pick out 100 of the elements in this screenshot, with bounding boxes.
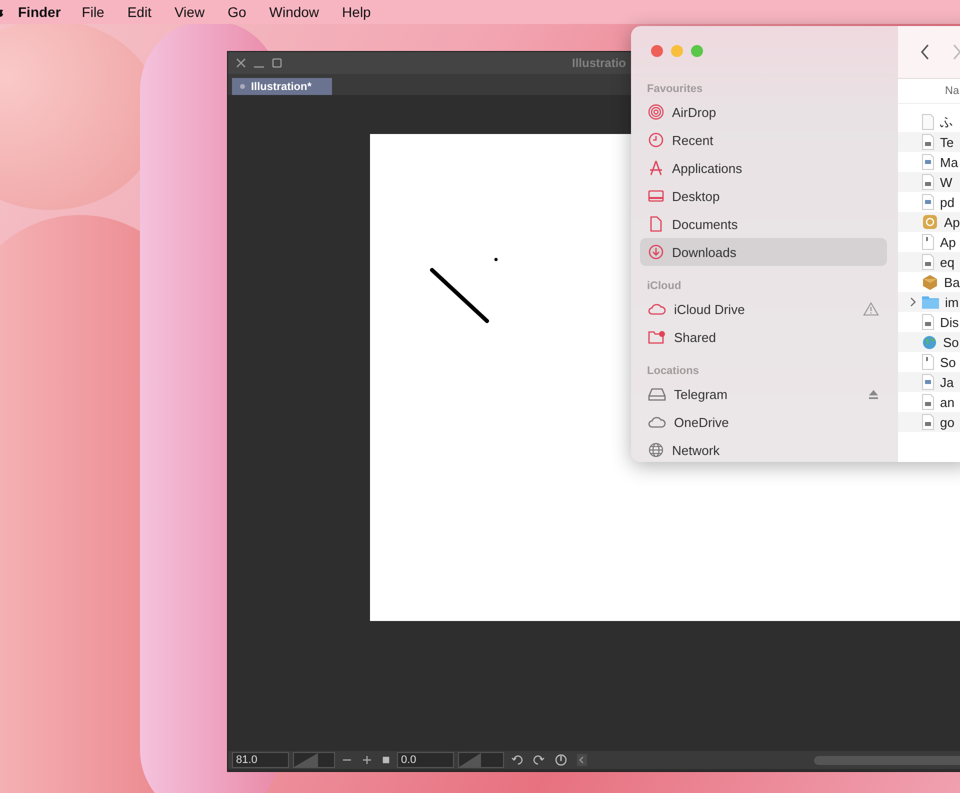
file-name: go [940,414,954,430]
sidebar-item-label: Desktop [672,188,720,204]
file-row[interactable]: Ap [898,232,960,252]
menu-item[interactable]: Window [269,4,320,20]
sidebar-item[interactable]: Network [640,436,887,462]
file-name: Ba [944,274,960,290]
sidebar-item[interactable]: Downloads [640,238,887,266]
sidebar-item-label: Telegram [674,386,728,402]
rotate-right-icon[interactable] [533,754,545,766]
sidebar-section-heading: Favourites [646,82,704,97]
close-button[interactable] [651,45,663,57]
file-row[interactable]: pd [898,192,960,212]
eject-icon[interactable] [868,390,879,398]
sidebar-item[interactable]: Applications [640,154,887,182]
sidebar-item[interactable]: Recent [640,126,887,154]
sidebar-item[interactable]: Shared [640,323,887,351]
file-name: im [945,294,959,310]
cloud-icon [648,415,666,429]
sidebar-item[interactable]: Telegram [640,380,887,408]
maximize-icon[interactable] [272,58,282,68]
file-name: Te [940,134,954,150]
zoom-slider[interactable] [293,752,335,768]
rotation-slider[interactable] [458,752,504,768]
back-icon[interactable] [920,44,930,60]
square-icon[interactable] [382,756,390,764]
file-name: ふ [940,113,953,131]
app-menu[interactable]: Finder [18,4,61,20]
sidebar-item-label: Shared [674,330,716,344]
sidebar-item[interactable]: OneDrive [640,408,887,436]
rotation-field[interactable]: 0.0 [397,752,454,768]
menu-item[interactable]: Help [342,4,371,20]
shared-folder-icon [648,330,666,344]
file-row[interactable]: So [898,332,960,352]
package-icon [922,274,938,290]
airdrop-icon [648,104,664,120]
cloud-icon [648,302,666,316]
clock-icon [648,132,664,148]
sidebar-item-label: OneDrive [674,414,729,430]
file-name: eq [940,254,954,270]
document-icon [648,216,664,232]
image-file-icon [922,374,934,390]
sidebar-item[interactable]: Desktop [640,182,887,210]
sidebar-section-heading: iCloud [646,279,682,294]
text-file-icon [922,134,934,150]
file-row[interactable]: Ja [898,372,960,392]
file-row[interactable]: W [898,172,960,192]
sidebar-item-label: Documents [672,216,738,232]
app-icon [922,214,938,230]
file-row[interactable]: Dis [898,312,960,332]
file-name: Ma [940,154,958,170]
sidebar-item[interactable]: Documents [640,210,887,238]
reset-rotation-icon[interactable] [555,754,567,766]
menu-item[interactable]: Edit [127,4,152,20]
sidebar-item-label: Network [672,442,720,458]
zoom-field[interactable]: 81.0 [232,752,289,768]
file-row[interactable]: an [898,392,960,412]
desktop-icon [648,188,664,204]
sidebar-item-label: iCloud Drive [674,302,745,316]
file-name: Ap [944,214,960,230]
file-name: So [940,354,956,370]
file-row[interactable]: Ap [898,212,960,232]
rotate-left-icon[interactable] [511,754,523,766]
drive-icon [648,387,666,401]
sidebar-item[interactable]: iCloud Drive [640,295,887,323]
file-name: Ja [940,374,954,390]
sidebar-item[interactable]: AirDrop [640,98,887,126]
text-file-icon [922,174,934,190]
file-row[interactable]: Ma [898,152,960,172]
file-row[interactable]: eq [898,252,960,272]
sidebar-item-label: Recent [672,132,714,148]
blank-file-icon [922,114,934,130]
column-header[interactable]: Na [945,85,960,97]
text-file-icon [922,394,934,410]
file-name: Dis [940,314,959,330]
disclosure-icon[interactable] [910,297,916,307]
plus-icon[interactable] [362,755,372,765]
sidebar-item-label: Applications [672,160,742,176]
menu-item[interactable]: Go [228,4,246,20]
file-row[interactable]: So [898,352,960,372]
file-row[interactable]: im [898,292,960,312]
horizontal-scrollbar[interactable] [814,756,960,764]
file-name: Ap [940,234,956,250]
text-file-icon [922,254,934,270]
applications-icon [648,160,664,176]
sidebar-item-label: Downloads [672,244,736,260]
close-icon[interactable] [236,58,246,68]
file-row[interactable]: ふ [898,112,960,132]
globe-icon [922,334,937,350]
file-row[interactable]: Te [898,132,960,152]
executable-file-icon [922,234,934,250]
download-icon [648,244,664,260]
image-file-icon [922,154,934,170]
sidebar-item-label: AirDrop [672,104,716,120]
file-row[interactable]: Ba [898,272,960,292]
menu-item[interactable]: View [174,4,205,20]
file-name: W [940,174,952,190]
chevron-left-icon[interactable] [577,754,587,766]
document-tab[interactable]: Illustration* [232,78,332,95]
menu-item[interactable]: File [82,4,104,20]
file-row[interactable]: go [898,412,960,432]
